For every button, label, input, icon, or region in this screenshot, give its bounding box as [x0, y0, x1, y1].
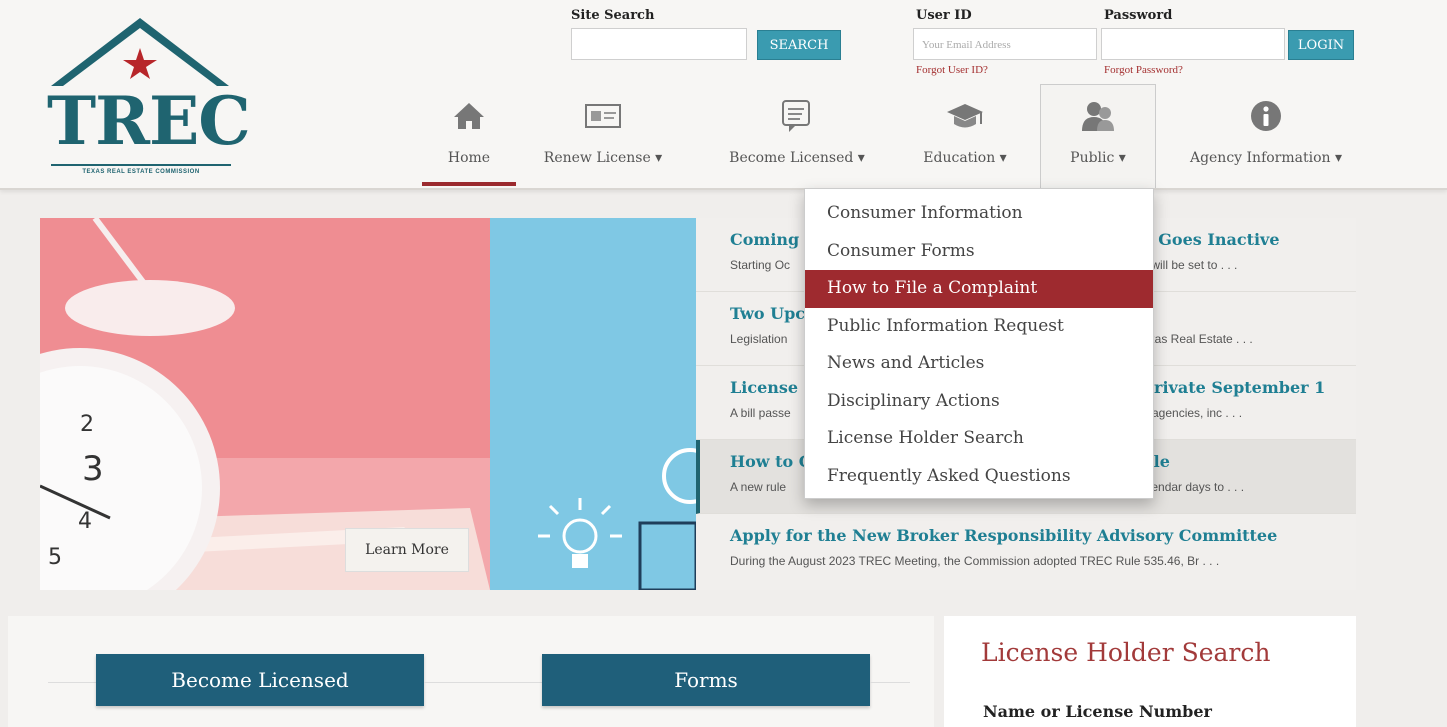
license-holder-search-panel: License Holder Search Name or License Nu…	[944, 616, 1356, 727]
menu-item-consumer-forms[interactable]: Consumer Forms	[805, 233, 1153, 271]
nav-public-label: Public ▾	[1070, 150, 1126, 166]
news-excerpt: A new rule	[730, 480, 787, 494]
license-card-icon	[585, 92, 621, 140]
divider	[48, 682, 98, 683]
menu-item-license-holder-search[interactable]: License Holder Search	[805, 420, 1153, 458]
news-title[interactable]: Apply for the New Broker Responsibility …	[730, 526, 1277, 545]
forgot-user-id-link[interactable]: Forgot User ID?	[916, 64, 988, 76]
menu-item-public-information-request[interactable]: Public Information Request	[805, 308, 1153, 346]
nav-become-licensed[interactable]: Become Licensed ▾	[712, 92, 882, 186]
divider	[870, 682, 910, 683]
info-icon	[1249, 92, 1283, 140]
license-holder-search-title: License Holder Search	[981, 638, 1271, 667]
news-excerpt: Starting Oc	[730, 258, 791, 272]
nav-become-licensed-label: Become Licensed ▾	[729, 150, 865, 166]
nav-public[interactable]: Public ▾	[1040, 92, 1156, 186]
nav-home[interactable]: Home	[422, 92, 516, 186]
news-item[interactable]: Apply for the New Broker Responsibility …	[696, 514, 1356, 588]
svg-text:5: 5	[48, 545, 62, 570]
site-search-input[interactable]	[571, 28, 747, 60]
quick-links-panel: Become Licensed Forms	[8, 616, 934, 727]
forms-button[interactable]: Forms	[542, 654, 870, 706]
news-title-right[interactable]: o Goes Inactive	[1142, 230, 1280, 249]
search-button[interactable]: SEARCH	[757, 30, 841, 60]
public-dropdown-menu: Consumer Information Consumer Forms How …	[804, 188, 1154, 499]
document-icon	[781, 92, 813, 140]
news-title[interactable]: Coming	[730, 230, 799, 249]
divider	[424, 682, 542, 683]
news-title[interactable]: License	[730, 378, 798, 397]
people-icon	[1080, 92, 1116, 140]
graduation-cap-icon	[945, 92, 985, 140]
nav-agency-information[interactable]: Agency Information ▾	[1168, 92, 1364, 186]
site-search-label: Site Search	[571, 8, 655, 23]
logo-subtitle: TEXAS REAL ESTATE COMMISSION	[51, 164, 231, 175]
news-excerpt-right: alendar days to . . .	[1142, 480, 1245, 494]
svg-text:4: 4	[78, 509, 92, 534]
menu-item-how-to-file-a-complaint[interactable]: How to File a Complaint	[805, 270, 1153, 308]
news-excerpt-right: exas Real Estate . . .	[1142, 332, 1253, 346]
lightbulb-illustration	[538, 448, 696, 590]
learn-more-button[interactable]: Learn More	[345, 528, 469, 572]
news-title-right[interactable]: Private September 1	[1142, 378, 1325, 397]
nav-education-label: Education ▾	[923, 150, 1007, 166]
news-excerpt: A bill passe	[730, 406, 791, 420]
logo-wordmark: TREC	[47, 82, 251, 160]
menu-item-disciplinary-actions[interactable]: Disciplinary Actions	[805, 383, 1153, 421]
news-excerpt-right: g agencies, inc . . .	[1142, 406, 1243, 420]
nav-renew-license[interactable]: Renew License ▾	[528, 92, 678, 186]
nav-renew-license-label: Renew License ▾	[543, 150, 663, 166]
news-excerpt: During the August 2023 TREC Meeting, the…	[730, 554, 1220, 568]
svg-text:2: 2	[80, 412, 94, 437]
menu-item-news-and-articles[interactable]: News and Articles	[805, 345, 1153, 383]
menu-item-consumer-information[interactable]: Consumer Information	[805, 195, 1153, 233]
hero-image-lightbulb	[490, 218, 696, 590]
menu-item-frequently-asked-questions[interactable]: Frequently Asked Questions	[805, 458, 1153, 496]
news-excerpt-right: s will be set to . . .	[1142, 258, 1238, 272]
password-label: Password	[1104, 8, 1173, 23]
news-title[interactable]: Two Upc	[730, 304, 805, 323]
nav-education[interactable]: Education ▾	[905, 92, 1025, 186]
news-title[interactable]: How to C	[730, 452, 812, 471]
home-icon	[452, 92, 486, 140]
password-input[interactable]	[1101, 28, 1285, 60]
news-excerpt: Legislation	[730, 332, 788, 346]
nav-home-active-indicator	[422, 182, 516, 186]
trec-logo[interactable]: TREC TEXAS REAL ESTATE COMMISSION	[45, 14, 251, 179]
nav-agency-information-label: Agency Information ▾	[1189, 150, 1343, 166]
nav-home-label: Home	[447, 150, 491, 166]
user-id-label: User ID	[916, 8, 972, 23]
user-id-input[interactable]: Your Email Address	[913, 28, 1097, 60]
become-licensed-button[interactable]: Become Licensed	[96, 654, 424, 706]
svg-text:3: 3	[82, 449, 104, 489]
forgot-password-link[interactable]: Forgot Password?	[1104, 64, 1183, 76]
name-or-license-number-label: Name or License Number	[983, 702, 1212, 721]
login-button[interactable]: LOGIN	[1288, 30, 1354, 60]
